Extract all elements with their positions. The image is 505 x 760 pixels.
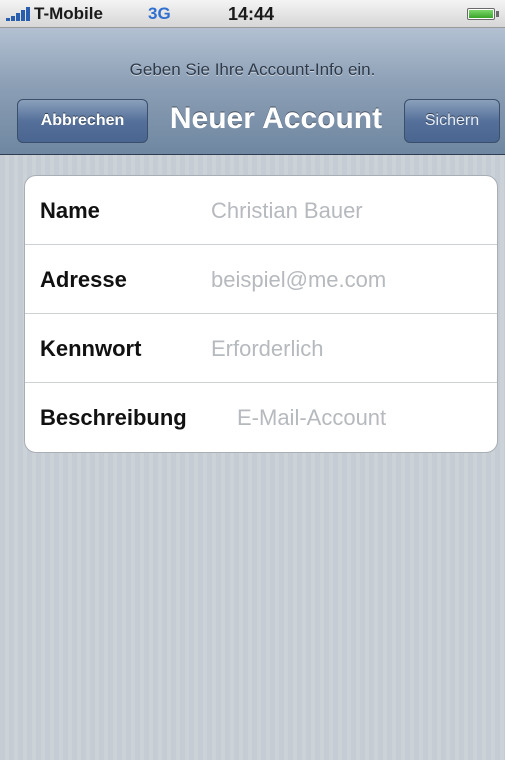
form-row-description[interactable]: Beschreibung xyxy=(25,383,497,452)
email-field[interactable] xyxy=(211,267,487,293)
account-form: Name Adresse Kennwort Beschreibung xyxy=(24,175,498,453)
battery-icon xyxy=(467,8,495,20)
address-label: Adresse xyxy=(40,267,127,292)
name-label: Name xyxy=(40,198,100,223)
battery-level xyxy=(469,10,493,18)
status-bar: T-Mobile 3G 14:44 xyxy=(0,0,505,28)
status-time: 14:44 xyxy=(228,4,275,24)
password-label: Kennwort xyxy=(40,336,142,361)
carrier-name: T-Mobile xyxy=(34,4,103,23)
form-row-password[interactable]: Kennwort xyxy=(25,314,497,383)
battery-tip xyxy=(496,11,499,17)
signal-strength-icon xyxy=(6,7,32,21)
network-type: 3G xyxy=(148,4,171,23)
form-row-name[interactable]: Name xyxy=(25,176,497,245)
description-label: Beschreibung xyxy=(40,405,187,430)
form-row-address[interactable]: Adresse xyxy=(25,245,497,314)
page-title: Neuer Account xyxy=(169,102,383,135)
name-field[interactable] xyxy=(211,198,487,224)
description-field[interactable] xyxy=(237,405,487,431)
navigation-bar: Geben Sie Ihre Account-Info ein. Abbrech… xyxy=(0,28,505,155)
password-field[interactable] xyxy=(211,336,487,362)
account-info-prompt: Geben Sie Ihre Account-Info ein. xyxy=(129,60,376,79)
cancel-button[interactable]: Abbrechen xyxy=(17,99,148,143)
save-button[interactable]: Sichern xyxy=(404,99,500,143)
